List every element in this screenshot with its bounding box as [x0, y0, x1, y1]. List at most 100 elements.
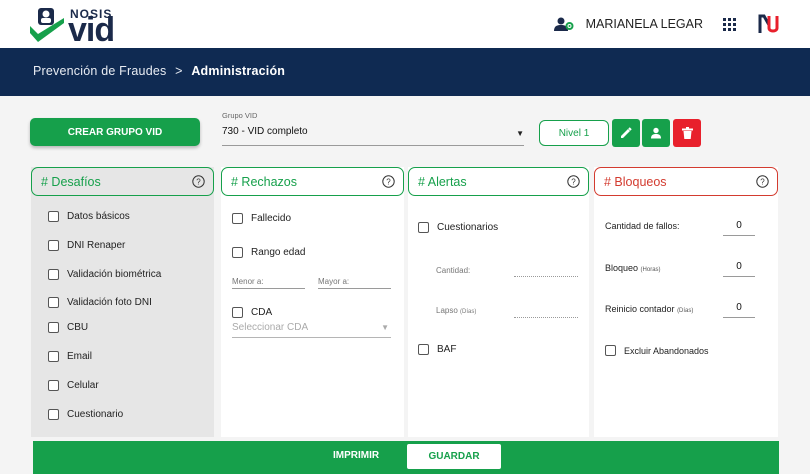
checkbox-label: Email [67, 351, 93, 362]
mayor-input[interactable] [318, 288, 391, 289]
bloqueos-body: Cantidad de fallos: 0 Bloqueo (Horas) 0 … [594, 204, 778, 437]
checkbox[interactable] [48, 322, 59, 333]
rechazos-header: # Rechazos ? [221, 167, 404, 196]
checkbox[interactable] [48, 351, 59, 362]
help-circle-icon[interactable]: ? [756, 175, 769, 188]
cantidad-input[interactable] [514, 276, 578, 277]
baf-option[interactable]: BAF [418, 344, 456, 355]
nosis-logo-icon [30, 8, 64, 42]
group-select-value: 730 - VID completo [222, 126, 308, 137]
cda-option[interactable]: CDA [232, 307, 272, 318]
alertas-panel: # Alertas ? Cuestionarios Cantidad: Laps… [408, 167, 589, 437]
checkbox-label: BAF [437, 344, 457, 355]
cda-select[interactable]: Seleccionar CDA ▼ [232, 322, 391, 338]
checkbox[interactable] [48, 409, 59, 420]
checkbox-label: Datos básicos [67, 211, 130, 222]
user-settings-icon[interactable] [553, 16, 574, 32]
checkbox[interactable] [418, 344, 429, 355]
person-icon [651, 127, 661, 139]
trash-icon [681, 127, 693, 139]
checkbox-label: Validación biométrica [67, 269, 162, 280]
checkbox-label: Cuestionario [67, 409, 124, 420]
bloqueos-header: # Bloqueos ? [594, 167, 778, 196]
cantidad-label: Cantidad: [436, 266, 471, 275]
list-item[interactable]: Validación foto DNI [48, 297, 152, 308]
desafios-list: Datos básicos DNI Renaper Validación bio… [31, 204, 214, 437]
fallos-label: Cantidad de fallos: [605, 221, 680, 231]
breadcrumb-bar: Prevención de Fraudes > Administración [0, 48, 810, 96]
create-group-button[interactable]: CREAR GRUPO VID [30, 118, 200, 146]
breadcrumb: Prevención de Fraudes > Administración [33, 64, 285, 78]
checkbox-label: Fallecido [251, 213, 292, 224]
dropdown-arrow-icon: ▼ [516, 129, 524, 138]
svg-text:?: ? [196, 178, 201, 187]
checkbox[interactable] [232, 247, 243, 258]
lapso-input[interactable] [514, 317, 578, 318]
checkbox-label: DNI Renaper [67, 240, 126, 251]
checkbox[interactable] [232, 307, 243, 318]
svg-text:?: ? [571, 178, 576, 187]
checkbox-label: Rango edad [251, 247, 306, 258]
rango-edad-option[interactable]: Rango edad [232, 247, 306, 258]
reinicio-input[interactable]: 0 [723, 302, 755, 318]
bloqueo-input[interactable]: 0 [723, 261, 755, 277]
fallecido-option[interactable]: Fallecido [232, 213, 291, 224]
list-item[interactable]: CBU [48, 322, 88, 333]
cda-select-placeholder: Seleccionar CDA [232, 322, 309, 333]
svg-text:?: ? [386, 178, 391, 187]
pencil-icon [621, 127, 632, 138]
checkbox[interactable] [418, 222, 429, 233]
dropdown-arrow-icon: ▼ [381, 323, 389, 332]
menor-label: Menor a: [232, 277, 264, 286]
nu-logo-icon[interactable] [758, 13, 780, 35]
checkbox-label: Celular [67, 380, 99, 391]
checkbox-label: Excluir Abandonados [624, 345, 709, 356]
alertas-body: Cuestionarios Cantidad: Lapso (Días) BAF [408, 204, 589, 437]
help-circle-icon[interactable]: ? [382, 175, 395, 188]
brand-large-text: VID [68, 11, 115, 49]
menor-input[interactable] [232, 288, 305, 289]
checkbox[interactable] [48, 269, 59, 280]
cuestionarios-option[interactable]: Cuestionarios [418, 222, 498, 233]
svg-text:?: ? [760, 178, 765, 187]
checkbox[interactable] [48, 240, 59, 251]
list-item[interactable]: Email [48, 351, 92, 362]
fallos-input[interactable]: 0 [723, 220, 755, 236]
mayor-label: Mayor a: [318, 277, 350, 286]
checkbox[interactable] [232, 213, 243, 224]
rechazos-title: # Rechazos [231, 175, 298, 189]
rechazos-panel: # Rechazos ? Fallecido Rango edad Menor … [221, 167, 404, 437]
desafios-panel: # Desafíos ? Datos básicos DNI Renaper V… [31, 167, 214, 437]
help-circle-icon[interactable]: ? [192, 175, 205, 188]
help-circle-icon[interactable]: ? [567, 175, 580, 188]
list-item[interactable]: Celular [48, 380, 99, 391]
user-button[interactable] [642, 119, 670, 147]
apps-grid-icon[interactable] [723, 17, 736, 31]
excluir-option[interactable]: Excluir Abandonados [605, 345, 709, 356]
user-area: MARIANELA LEGAR [553, 12, 780, 36]
list-item[interactable]: DNI Renaper [48, 240, 125, 251]
bloqueo-label: Bloqueo (Horas) [605, 263, 661, 273]
checkbox[interactable] [48, 211, 59, 222]
nosis-vid-logo[interactable]: NOSIS VID [28, 5, 138, 49]
list-item[interactable]: Validación biométrica [48, 269, 161, 280]
lapso-label: Lapso (Días) [436, 306, 477, 315]
delete-button[interactable] [673, 119, 701, 147]
level-button[interactable]: Nivel 1 [539, 120, 609, 146]
breadcrumb-parent[interactable]: Prevención de Fraudes [33, 64, 166, 78]
checkbox[interactable] [605, 345, 616, 356]
save-button[interactable]: GUARDAR [407, 444, 501, 469]
list-item[interactable]: Cuestionario [48, 409, 123, 420]
user-name[interactable]: MARIANELA LEGAR [586, 17, 703, 31]
group-select[interactable]: 730 - VID completo ▼ [222, 124, 524, 146]
checkbox-label: Cuestionarios [437, 222, 499, 233]
edit-button[interactable] [612, 119, 640, 147]
checkbox-label: Validación foto DNI [67, 297, 152, 308]
checkbox-label: CDA [251, 307, 273, 318]
list-item[interactable]: Datos básicos [48, 211, 130, 222]
checkbox[interactable] [48, 380, 59, 391]
checkbox[interactable] [48, 297, 59, 308]
alertas-header: # Alertas ? [408, 167, 589, 196]
breadcrumb-current: Administración [191, 64, 286, 78]
print-button[interactable]: IMPRIMIR [333, 450, 379, 461]
